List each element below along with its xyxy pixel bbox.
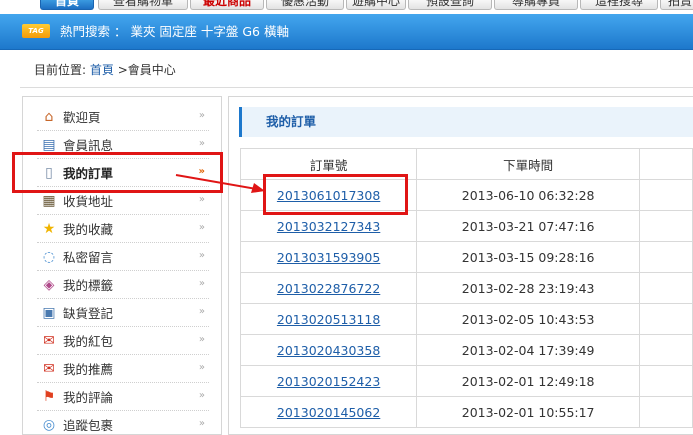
annotation-arrow — [175, 174, 265, 193]
